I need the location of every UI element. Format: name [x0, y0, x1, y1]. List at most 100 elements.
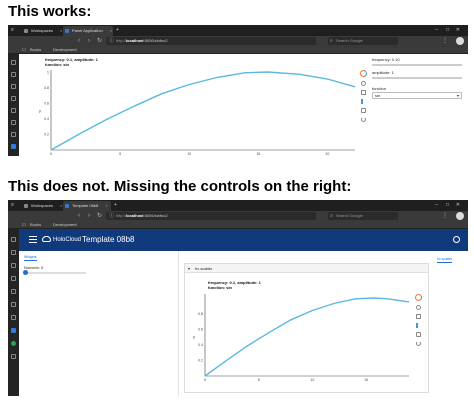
tab-widgets[interactable]: Widgets: [24, 255, 37, 261]
box-zoom-tool-icon[interactable]: [416, 314, 421, 319]
pan-tool-icon[interactable]: [361, 81, 366, 86]
numeric-slider-handle[interactable]: [23, 270, 28, 275]
tab-close-icon[interactable]: ×: [110, 28, 112, 33]
sidebar-settings-icon[interactable]: [11, 354, 16, 359]
extensions-icon[interactable]: ⋮: [442, 36, 448, 46]
tab-panel-application[interactable]: Panel Application ×: [63, 26, 113, 36]
sidebar-home-icon[interactable]: [11, 60, 16, 65]
site-info-icon: ⓘ: [109, 38, 115, 44]
window-maximize-icon[interactable]: □: [446, 26, 449, 35]
tab-workspaces[interactable]: Workspaces ×: [22, 26, 62, 36]
sidebar-calendar-icon[interactable]: [11, 108, 16, 113]
tab-workspaces[interactable]: Workspaces ×: [22, 201, 62, 211]
sin-line-chart: y 0.2 0.4 0.6 0.8 1 0 5 10 15 20: [39, 70, 356, 156]
sidebar-download-icon[interactable]: [11, 96, 16, 101]
sidebar-notes-icon[interactable]: [11, 120, 16, 125]
hamburger-menu-icon[interactable]: [29, 236, 37, 244]
tab-label: Template 08b8: [72, 203, 99, 208]
reload-icon[interactable]: ↻: [97, 211, 102, 221]
sidebar-files-icon[interactable]: [11, 250, 16, 255]
card-header[interactable]: ▾ hv scatter: [185, 264, 428, 273]
line-point: [326, 78, 328, 80]
new-tab-button[interactable]: +: [116, 26, 119, 35]
x-tick-label: 0: [204, 378, 206, 382]
sidebar-search-icon[interactable]: [11, 84, 16, 89]
back-icon[interactable]: ‹: [78, 211, 80, 221]
amplitude-slider[interactable]: [372, 77, 462, 79]
tab-close-icon[interactable]: ×: [105, 203, 107, 208]
sidebar-app-icon[interactable]: [11, 144, 16, 149]
url-bar[interactable]: ⓘ http://localhost:5006/sinfoo2: [106, 212, 316, 220]
save-tool-icon[interactable]: [416, 332, 421, 337]
sidebar-files-icon[interactable]: [11, 72, 16, 77]
heading-not-works: This does not. Missing the controls on t…: [8, 178, 352, 195]
app-title: Template 08b8: [82, 235, 135, 244]
y-tick-label: 1: [47, 70, 49, 74]
pan-tool-icon[interactable]: [416, 305, 421, 310]
collapse-icon[interactable]: ▾: [188, 264, 190, 273]
sidebar-history-icon[interactable]: [11, 315, 16, 320]
window-minimize-icon[interactable]: –: [435, 26, 438, 35]
line-point: [133, 105, 135, 107]
line-point: [78, 134, 80, 135]
extensions-icon[interactable]: ⋮: [442, 211, 448, 221]
wheel-zoom-tool-icon[interactable]: [416, 323, 421, 328]
line-point: [408, 301, 410, 303]
reload-icon[interactable]: ↻: [97, 36, 102, 46]
wheel-zoom-tool-icon[interactable]: [361, 99, 366, 104]
numeric-slider-label: Numeric: 0: [24, 265, 44, 270]
y-tick-label: 0.2: [198, 359, 203, 363]
reset-tool-icon[interactable]: [361, 117, 366, 122]
box-zoom-tool-icon[interactable]: [361, 90, 366, 95]
save-tool-icon[interactable]: [361, 108, 366, 113]
tab-label: Panel Application: [72, 28, 103, 33]
back-icon[interactable]: ‹: [78, 36, 80, 46]
sidebar-notes-icon[interactable]: [11, 302, 16, 307]
sidebar-history-icon[interactable]: [11, 132, 16, 137]
window-maximize-icon[interactable]: □: [446, 201, 449, 210]
sidebar-status-icon[interactable]: [11, 341, 16, 346]
tab-label: Workspaces: [31, 28, 53, 33]
workspaces-favicon-icon: [24, 29, 28, 33]
avatar[interactable]: [456, 212, 464, 220]
bookmarks-icon[interactable]: ☐: [22, 46, 26, 54]
numeric-slider-track[interactable]: [24, 272, 86, 274]
forward-icon[interactable]: ›: [88, 36, 90, 46]
search-bar[interactable]: ⌕ Search Google: [328, 37, 398, 45]
bokeh-logo-icon: [360, 70, 367, 77]
window-close-icon[interactable]: ✕: [456, 26, 460, 35]
line-point: [290, 319, 292, 321]
sidebar-calendar-icon[interactable]: [11, 289, 16, 294]
window-minimize-icon[interactable]: –: [435, 201, 438, 210]
url-host: localhost: [126, 213, 144, 218]
line-point: [354, 298, 356, 300]
tab-template[interactable]: Template 08b8 ×: [63, 201, 111, 211]
bookmark-development[interactable]: Development: [53, 46, 77, 54]
url-path: :5006/sinfoo2: [143, 38, 168, 43]
sidebar-download-icon[interactable]: [11, 276, 16, 281]
bookmarks-icon[interactable]: ☐: [22, 221, 26, 229]
function-select[interactable]: sin ▾: [372, 92, 462, 99]
sidebar-home-icon[interactable]: [11, 237, 16, 242]
forward-icon[interactable]: ›: [88, 211, 90, 221]
line-point: [333, 303, 335, 304]
sidebar-search-icon[interactable]: [11, 263, 16, 268]
menu-icon[interactable]: ≡: [11, 26, 14, 35]
bookmark-development[interactable]: Development: [53, 221, 77, 229]
browser-nav-bar: ‹ › ↻ ⓘ http://localhost:5006/sinfoo2 ⌕ …: [8, 36, 468, 46]
window-close-icon[interactable]: ✕: [456, 201, 460, 210]
new-tab-button[interactable]: +: [114, 201, 117, 210]
line-point: [247, 345, 249, 346]
tab-hv-scatter[interactable]: hv scatter: [437, 257, 453, 263]
bookmark-books[interactable]: Books: [30, 221, 41, 229]
url-bar[interactable]: ⓘ http://localhost:5006/sinfoo2: [106, 37, 316, 45]
search-bar[interactable]: ⌕ Search Google: [328, 212, 398, 220]
sidebar-app-icon[interactable]: [11, 328, 16, 333]
frequency-slider[interactable]: [372, 64, 462, 66]
bookmark-books[interactable]: Books: [30, 46, 41, 54]
menu-icon[interactable]: ≡: [11, 201, 14, 210]
avatar[interactable]: [456, 37, 464, 45]
reset-tool-icon[interactable]: [416, 341, 421, 346]
line-point: [267, 71, 269, 73]
frequency-label: frequency: 0.10: [372, 57, 400, 62]
